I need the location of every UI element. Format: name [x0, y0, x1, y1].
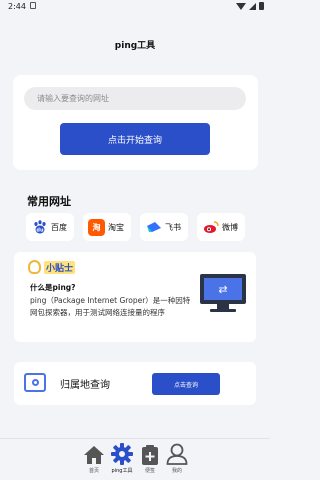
- start-query-button[interactable]: 点击开始查询: [60, 123, 210, 155]
- page-title: ping工具: [114, 41, 156, 51]
- feishu-icon: [145, 219, 162, 236]
- site-label: 百度: [51, 222, 67, 232]
- site-weibo[interactable]: 微博: [197, 213, 245, 241]
- geo-query-button[interactable]: 点击查询: [152, 373, 220, 395]
- tip-question: 什么是ping?: [30, 283, 76, 292]
- site-baidu[interactable]: du 百度: [26, 213, 74, 241]
- weibo-icon: [202, 219, 219, 236]
- search-card: 点击开始查询: [13, 75, 258, 170]
- search-input[interactable]: [24, 87, 246, 110]
- tip-card: 小贴士 什么是ping? ping（Package Internet Grope…: [14, 252, 256, 342]
- tip-badge: 小贴士: [44, 260, 76, 274]
- common-sites-title: 常用网址: [27, 195, 71, 208]
- status-icons: [236, 2, 264, 10]
- baidu-icon: du: [31, 219, 48, 236]
- note-icon: [139, 443, 161, 465]
- monitor-icon: ⇄: [200, 274, 246, 312]
- site-feishu[interactable]: 飞书: [140, 213, 188, 241]
- status-time: 2:44: [8, 2, 26, 11]
- transfer-arrows-icon: ⇄: [204, 278, 242, 300]
- location-icon: [24, 373, 46, 392]
- nav-notes[interactable]: 便签: [135, 443, 165, 474]
- status-bar: 2:44: [0, 0, 270, 14]
- geo-lookup-card: 归属地查询 点击查询: [14, 362, 256, 405]
- nav-home[interactable]: 首页: [79, 443, 109, 474]
- gear-icon: [111, 443, 133, 465]
- bottom-nav: 首页 ping工具 便签 我的: [0, 438, 270, 480]
- nav-profile[interactable]: 我的: [162, 443, 192, 474]
- lightbulb-icon: [28, 260, 41, 274]
- user-icon: [166, 443, 188, 465]
- nav-ping-tool[interactable]: ping工具: [107, 443, 137, 474]
- tip-text: ping（Package Internet Groper）是一种因特网包探索器，…: [30, 296, 191, 317]
- tip-header: 小贴士: [28, 260, 76, 274]
- site-label: 飞书: [165, 222, 181, 232]
- svg-text:du: du: [36, 228, 44, 234]
- sim-icon: [30, 2, 36, 9]
- home-icon: [83, 443, 105, 465]
- taobao-icon: 淘: [88, 218, 105, 236]
- wifi-icon: [236, 2, 246, 10]
- site-taobao[interactable]: 淘 淘宝: [83, 213, 131, 241]
- site-label: 淘宝: [108, 222, 124, 232]
- geo-lookup-label: 归属地查询: [60, 380, 110, 391]
- signal-icon: [249, 2, 256, 10]
- battery-icon: [259, 2, 264, 10]
- site-label: 微博: [222, 222, 238, 232]
